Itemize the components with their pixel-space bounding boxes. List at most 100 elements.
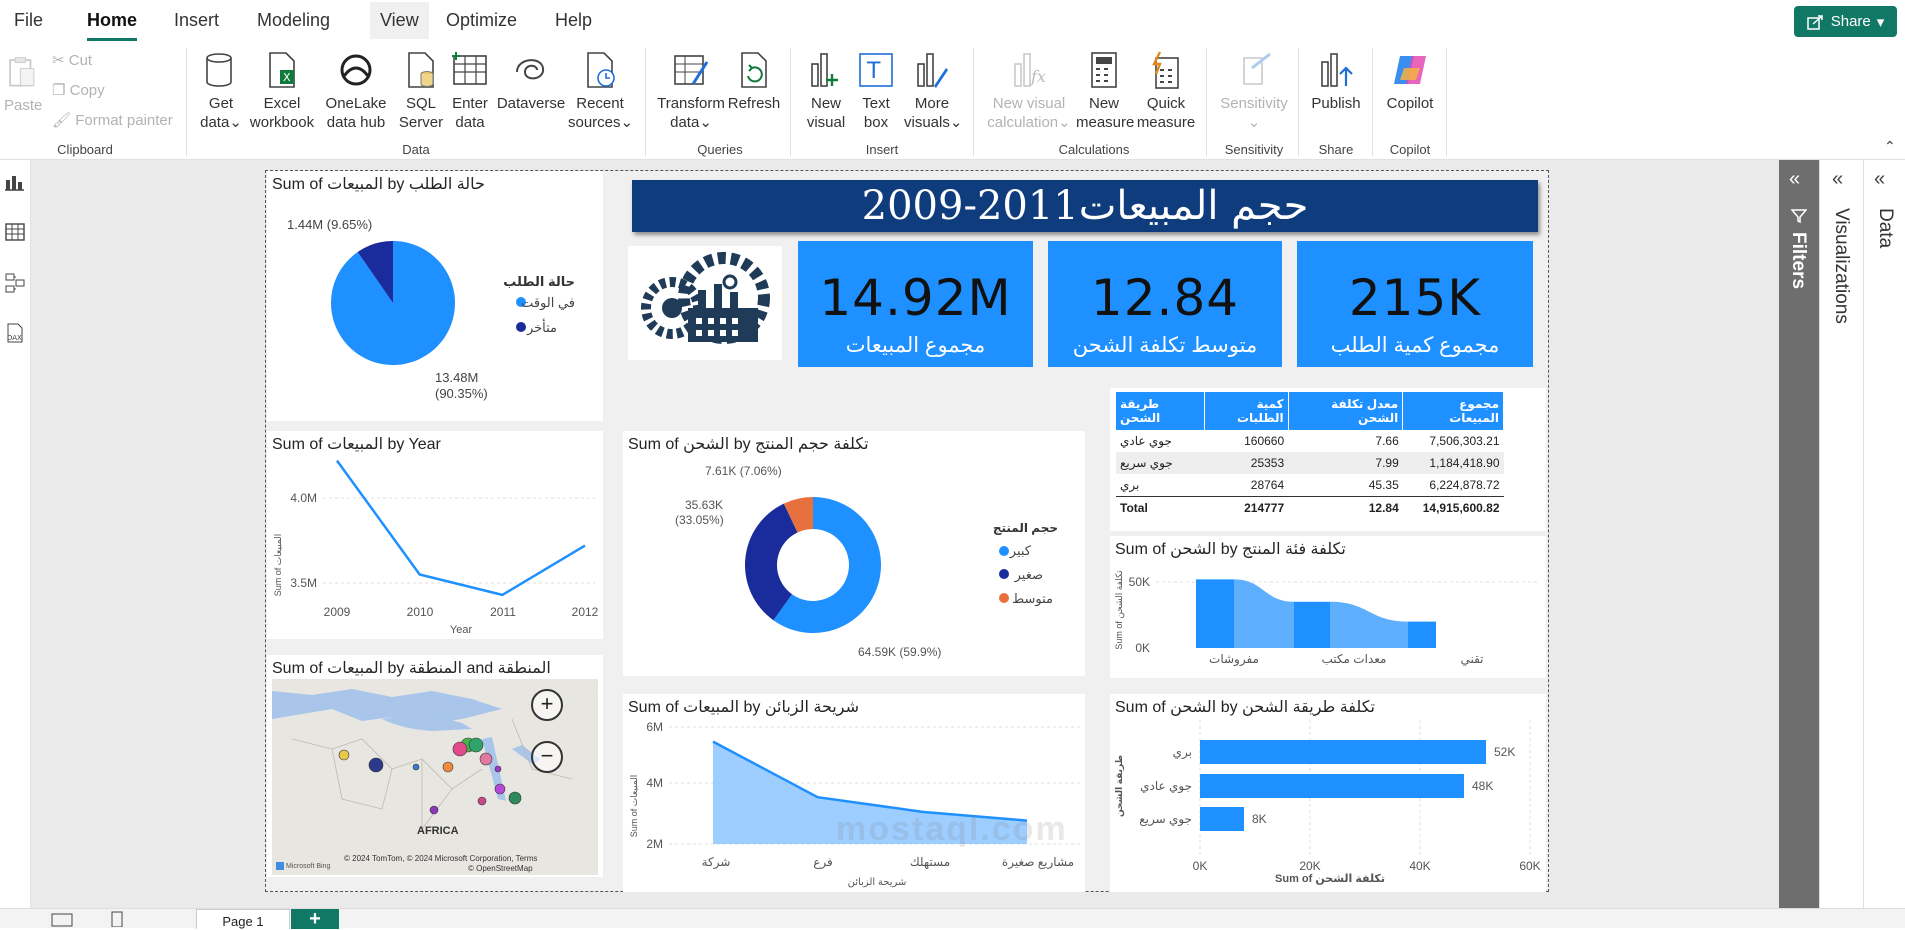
- menu-optimize[interactable]: Optimize: [446, 10, 517, 31]
- table-header[interactable]: طريقة الشحن: [1116, 392, 1205, 430]
- visual-line-year[interactable]: Sum of المبيعات by Year Sum of المبيعات …: [267, 431, 603, 639]
- menu-help[interactable]: Help: [555, 10, 592, 31]
- visualizations-pane[interactable]: « Visualizations: [1819, 160, 1863, 908]
- collapse-icon[interactable]: «: [1789, 168, 1800, 191]
- visual-bar-method[interactable]: Sum of الشحن by تكلفة طريقة الشحن طريقة …: [1110, 694, 1546, 892]
- cell-qty: 28764: [1250, 478, 1285, 492]
- x-axis-label: شريحة الزبائن: [848, 877, 907, 888]
- visual-area-segment[interactable]: Sum of المبيعات by شريحة الزبائن Sum of …: [623, 694, 1085, 892]
- map-bubble[interactable]: [494, 783, 506, 795]
- collapse-icon[interactable]: «: [1874, 168, 1885, 191]
- report-view-icon[interactable]: [4, 172, 26, 192]
- new-visual-button[interactable]: New visual: [800, 50, 852, 132]
- map-bubble[interactable]: [338, 749, 350, 761]
- line-series-sales[interactable]: [335, 459, 586, 597]
- table-row[interactable]: جوي سريع 25353 7.99 1,184,418.90: [1116, 452, 1504, 474]
- menu-home[interactable]: Home: [87, 10, 138, 41]
- ribbon-column[interactable]: [1294, 601, 1330, 648]
- table-header[interactable]: معدل تكلفة الشحن: [1288, 392, 1404, 430]
- legend-large[interactable]: كبير: [1009, 543, 1032, 559]
- text-box-button[interactable]: T Text box: [854, 50, 898, 132]
- x-tick: 0K: [1193, 859, 1208, 873]
- visual-map-region[interactable]: Sum of المبيعات by المنطقة and المنطقة A…: [267, 655, 603, 877]
- menu-view[interactable]: View: [370, 2, 429, 39]
- legend-medium[interactable]: متوسط: [1012, 591, 1053, 607]
- dax-query-icon[interactable]: DAX: [4, 322, 26, 344]
- copy-button[interactable]: ❐ Copy: [52, 81, 105, 99]
- zoom-in-button[interactable]: +: [531, 689, 563, 721]
- map-bubble[interactable]: [412, 763, 420, 771]
- new-visual-label: New visual: [806, 95, 846, 131]
- enter-data-label: Enter data: [452, 95, 488, 131]
- group-data: Data: [402, 142, 430, 157]
- bar[interactable]: [1200, 807, 1244, 831]
- filters-pane[interactable]: « Filters: [1779, 160, 1819, 908]
- table-view-icon[interactable]: [4, 222, 26, 242]
- legend-swatch-small: [999, 569, 1009, 579]
- visual-pie-status[interactable]: Sum of المبيعات by حالة الطلب 1.44M (9.6…: [267, 171, 603, 421]
- visual-table-shipping[interactable]: طريقة الشحن كمية الطلبات معدل تكلفة الشح…: [1110, 388, 1546, 531]
- get-data-button[interactable]: Get data⌄: [198, 50, 244, 132]
- transform-data-button[interactable]: Transform data⌄: [656, 50, 726, 132]
- recent-sources-button[interactable]: Recent sources⌄: [568, 50, 633, 132]
- ribbon-column[interactable]: [1408, 621, 1436, 648]
- menu-modeling[interactable]: Modeling: [257, 10, 330, 31]
- table-header[interactable]: كمية الطلبات: [1204, 392, 1289, 430]
- visual-donut-size[interactable]: Sum of الشحن by تكلفة حجم المنتج 7.61K (…: [623, 431, 1085, 676]
- page-tab-1[interactable]: Page 1: [196, 909, 290, 929]
- bar[interactable]: [1200, 740, 1486, 764]
- table-row[interactable]: جوي عادي 160660 7.66 7,506,303.21: [1116, 430, 1504, 452]
- collapse-icon[interactable]: «: [1832, 168, 1843, 191]
- map-bubble[interactable]: [508, 791, 522, 805]
- quick-measure-button[interactable]: Quick measure: [1136, 50, 1196, 132]
- ribbon-column[interactable]: [1196, 579, 1234, 648]
- mobile-layout-icon[interactable]: [110, 911, 124, 927]
- refresh-button[interactable]: Refresh: [726, 50, 782, 113]
- map-bubble[interactable]: [494, 765, 502, 773]
- collapse-ribbon-icon[interactable]: ⌃: [1884, 138, 1896, 155]
- table-row[interactable]: بري 28764 45.35 6,224,878.72: [1116, 474, 1504, 497]
- kpi-total-quantity[interactable]: 215K مجموع كمية الطلب: [1297, 241, 1533, 367]
- add-page-button[interactable]: +: [291, 909, 339, 929]
- map-bubble[interactable]: [368, 757, 384, 773]
- paste-button[interactable]: Paste: [4, 52, 42, 115]
- publish-button[interactable]: Publish: [1306, 50, 1366, 113]
- kpi-total-sales[interactable]: 14.92M مجموع المبيعات: [798, 241, 1033, 367]
- cut-button[interactable]: ✂ Cut: [52, 51, 92, 69]
- format-painter-button[interactable]: 🖌 Format painter: [52, 111, 173, 129]
- share-button[interactable]: Share ▾: [1794, 6, 1897, 37]
- visual-ribbon-category[interactable]: Sum of الشحن by تكلفة فئة المنتج Sum of …: [1110, 536, 1546, 678]
- model-view-icon[interactable]: [4, 272, 26, 294]
- table-header[interactable]: مجموع المبيعات: [1402, 392, 1504, 430]
- map-bubble[interactable]: [468, 737, 484, 753]
- dataverse-button[interactable]: Dataverse: [496, 50, 566, 113]
- desktop-layout-icon[interactable]: [50, 913, 74, 927]
- onelake-button[interactable]: OneLake data hub: [318, 50, 394, 132]
- data-pane[interactable]: « Data: [1863, 160, 1905, 908]
- chevron-down-icon: ⌄: [229, 114, 242, 131]
- zoom-out-button[interactable]: −: [531, 741, 563, 773]
- menu-insert[interactable]: Insert: [174, 10, 219, 31]
- legend-late[interactable]: متأخر: [526, 318, 557, 336]
- menu-file[interactable]: File: [14, 10, 43, 31]
- cut-label: Cut: [68, 52, 93, 69]
- map-bubble[interactable]: [442, 761, 454, 773]
- enter-data-button[interactable]: Enter data: [446, 50, 494, 132]
- copilot-button[interactable]: Copilot: [1380, 50, 1440, 113]
- excel-workbook-button[interactable]: X Excel workbook: [248, 50, 316, 132]
- sensitivity-button[interactable]: Sensitivity ⌄: [1216, 50, 1292, 132]
- map-bubble[interactable]: [452, 741, 468, 757]
- map-bubble[interactable]: [429, 805, 439, 815]
- map-bubble[interactable]: [479, 752, 493, 766]
- new-visual-calculation-button[interactable]: fx New visual calculation⌄: [984, 50, 1074, 132]
- new-measure-button[interactable]: New measure: [1076, 50, 1134, 132]
- map-bubble[interactable]: [477, 796, 487, 806]
- sql-server-button[interactable]: SQL Server: [398, 50, 444, 132]
- more-visuals-icon: [917, 53, 948, 88]
- more-visuals-button[interactable]: More visuals⌄: [904, 50, 962, 132]
- legend-ontime[interactable]: في الوقت: [521, 295, 575, 311]
- bar[interactable]: [1200, 774, 1464, 798]
- legend-small[interactable]: صغير: [1014, 567, 1043, 583]
- cell-sales: 6,224,878.72: [1429, 478, 1500, 492]
- kpi-avg-shipping[interactable]: 12.84 متوسط تكلفة الشحن: [1048, 241, 1282, 367]
